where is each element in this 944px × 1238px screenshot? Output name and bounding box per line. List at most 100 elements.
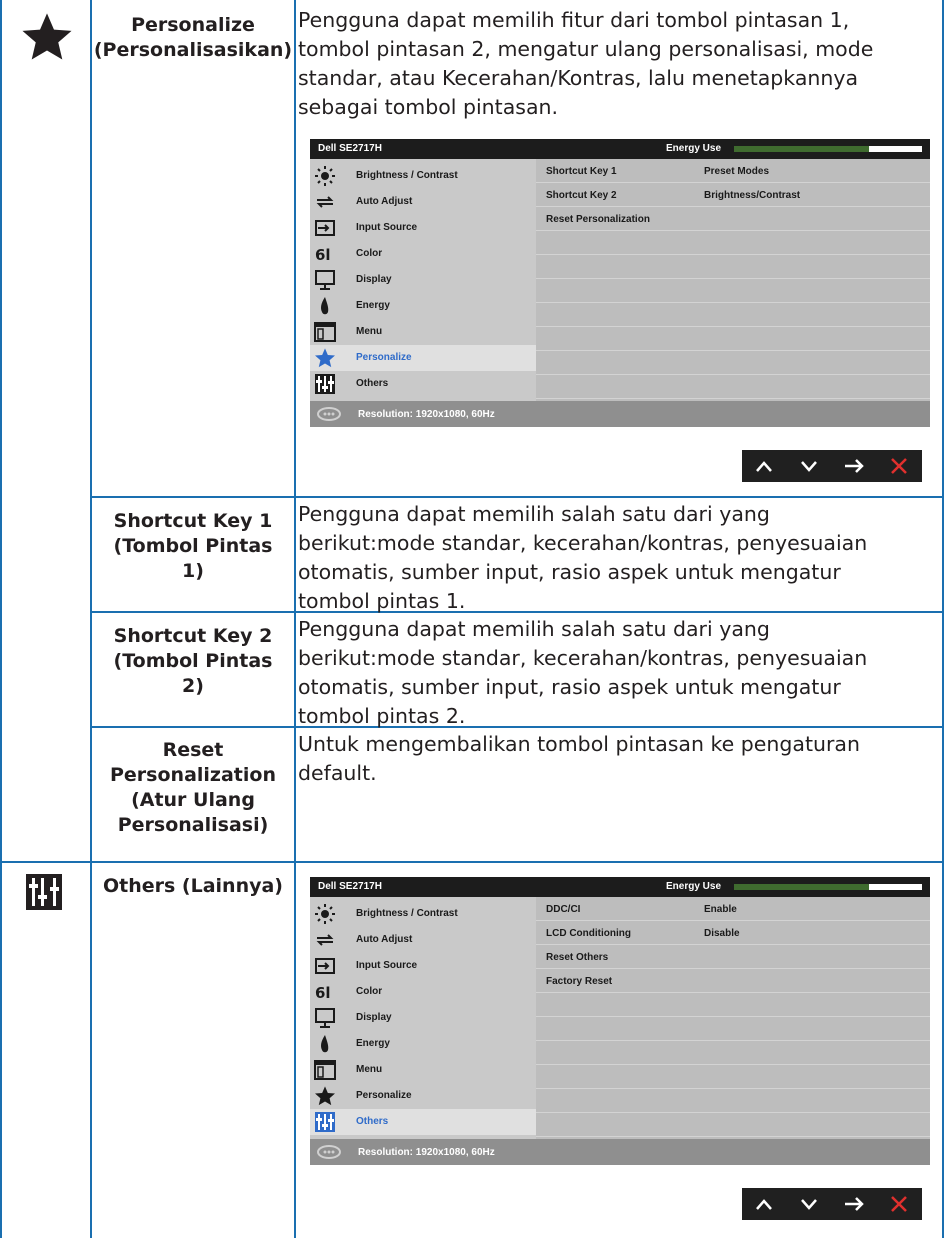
osd-menu-item[interactable]: Display: [310, 1005, 536, 1031]
description-line: otomatis, sumber input, rasio aspek untu…: [298, 675, 841, 699]
osd-menu-item-label: Auto Adjust: [356, 934, 413, 945]
osd-menu-item-label: Energy: [356, 1038, 390, 1049]
up-arrow-button[interactable]: [742, 1188, 787, 1220]
osd-menu-item[interactable]: Energy: [310, 293, 536, 319]
osd-menu-item[interactable]: Menu: [310, 1057, 536, 1083]
osd-setting-value: Brightness/Contrast: [704, 190, 801, 201]
resolution-label: Resolution: 1920x1080, 60Hz: [358, 409, 495, 420]
osd-menu-item-label: Energy: [356, 300, 390, 311]
resolution-label: Resolution: 1920x1080, 60Hz: [358, 1147, 495, 1158]
osd-menu-item[interactable]: Personalize: [310, 1083, 536, 1109]
osd-menu-item-label: Brightness / Contrast: [356, 908, 458, 919]
row-label-line: (Tombol Pintas: [113, 535, 273, 557]
right-arrow-button[interactable]: [832, 1188, 877, 1220]
osd-setting-row[interactable]: Shortcut Key 1 Preset Modes: [536, 159, 930, 183]
brightness-icon: [314, 165, 336, 187]
osd-menu-item-label: Display: [356, 1012, 392, 1023]
row-label-shortcut-key-2: Shortcut Key 2 (Tombol Pintas 2): [92, 624, 294, 699]
osd-menu-item[interactable]: Auto Adjust: [310, 927, 536, 953]
menu-icon: [314, 1059, 336, 1081]
osd-setting-row[interactable]: DDC/CI Enable: [536, 897, 930, 921]
osd-menu-item[interactable]: Others: [310, 371, 536, 397]
row-label-shortcut-key-1: Shortcut Key 1 (Tombol Pintas 1): [92, 509, 294, 584]
osd-setting-name: Shortcut Key 2: [546, 190, 617, 201]
osd-setting-row: [536, 231, 930, 255]
energy-icon: [314, 295, 336, 317]
right-arrow-button[interactable]: [832, 450, 877, 482]
osd-setting-row: [536, 1017, 930, 1041]
energy-use-bar: [734, 884, 922, 890]
osd-menu-item[interactable]: Input Source: [310, 953, 536, 979]
svg-text:6l: 6l: [315, 246, 331, 264]
row-label-line: 2): [182, 675, 204, 697]
description-line: Pengguna dapat memilih salah satu dari y…: [298, 617, 770, 641]
row-label-line: Reset: [162, 739, 224, 761]
osd-setting-row: [536, 303, 930, 327]
osd-header: Dell SE2717H Energy Use: [310, 877, 930, 897]
osd-setting-row[interactable]: Reset Others: [536, 945, 930, 969]
osd-menu-item[interactable]: 6l Color: [310, 979, 536, 1005]
close-button[interactable]: [877, 450, 922, 482]
energy-use-fill: [734, 884, 870, 890]
row-divider: [0, 861, 944, 863]
osd-setting-row: [536, 327, 930, 351]
osd-setting-row: [536, 375, 930, 399]
osd-setting-value: Disable: [704, 928, 740, 939]
osd-menu-item[interactable]: Energy: [310, 1031, 536, 1057]
osd-menu-item[interactable]: Display: [310, 267, 536, 293]
osd-menu-item-label: Display: [356, 274, 392, 285]
osd-menu-list: Brightness / Contrast Auto Adjust Input So…: [310, 897, 536, 1139]
osd-menu-item-label: Color: [356, 248, 383, 259]
row-description-personalize: Pengguna dapat memilih fitur dari tombol…: [298, 6, 938, 122]
osd-setting-row: [536, 255, 930, 279]
osd-setting-row[interactable]: LCD Conditioning Disable: [536, 921, 930, 945]
osd-menu-item[interactable]: Brightness / Contrast: [310, 901, 536, 927]
osd-setting-row: [536, 1089, 930, 1113]
osd-nav-buttons: [742, 1188, 922, 1220]
osd-menu-item[interactable]: Others: [310, 1109, 536, 1135]
row-label-line: 1): [182, 560, 204, 582]
description-line: sebagai tombol pintasan.: [298, 95, 559, 119]
star-icon: [314, 1085, 336, 1107]
row-label-line: Personalization: [110, 764, 276, 786]
osd-setting-row[interactable]: Reset Personalization: [536, 207, 930, 231]
description-line: Pengguna dapat memilih fitur dari tombol…: [298, 8, 850, 32]
row-divider: [92, 496, 942, 498]
down-arrow-button[interactable]: [787, 450, 832, 482]
down-arrow-icon: [787, 1199, 832, 1224]
description-line: tombol pintas 2.: [298, 704, 466, 728]
row-description-shortcut-key-2: Pengguna dapat memilih salah satu dari y…: [298, 615, 938, 731]
down-arrow-button[interactable]: [787, 1188, 832, 1220]
osd-menu-item[interactable]: 6l Color: [310, 241, 536, 267]
row-label-line: Personalisasi): [117, 814, 269, 836]
row-description-reset-personalization: Untuk mengembalikan tombol pintasan ke p…: [298, 730, 938, 788]
input-source-icon: [314, 217, 336, 239]
description-line: standar, atau Kecerahan/Kontras, lalu me…: [298, 66, 859, 90]
osd-menu-item-label: Brightness / Contrast: [356, 170, 458, 181]
osd-menu-item[interactable]: Personalize: [310, 345, 536, 371]
description-line: tombol pintasan 2, mengatur ulang person…: [298, 37, 874, 61]
osd-menu-item-label: Others: [356, 1116, 389, 1127]
osd-setting-row[interactable]: Factory Reset: [536, 969, 930, 993]
osd-setting-row: [536, 279, 930, 303]
close-button[interactable]: [877, 1188, 922, 1220]
osd-settings-panel: Shortcut Key 1 Preset Modes Shortcut Key 2…: [536, 159, 930, 401]
osd-model-title: Dell SE2717H: [318, 881, 382, 892]
osd-menu-item[interactable]: Menu: [310, 319, 536, 345]
osd-menu-item[interactable]: Brightness / Contrast: [310, 163, 536, 189]
table-border-left: [0, 0, 2, 1238]
osd-menu-item[interactable]: Auto Adjust: [310, 189, 536, 215]
description-line: otomatis, sumber input, rasio aspek untu…: [298, 560, 841, 584]
osd-menu-item[interactable]: Input Source: [310, 215, 536, 241]
row-label-line: (Tombol Pintas: [113, 650, 273, 672]
table-border-col1: [90, 0, 92, 1238]
osd-model-title: Dell SE2717H: [318, 143, 382, 154]
right-arrow-icon: [832, 1197, 877, 1224]
up-arrow-button[interactable]: [742, 450, 787, 482]
input-connector-icon: [316, 1144, 342, 1160]
row-label-reset-personalization: Reset Personalization (Atur Ulang Person…: [92, 738, 294, 838]
row-label-personalize: Personalize (Personalisasikan): [92, 13, 294, 63]
osd-menu-item-label: Color: [356, 986, 383, 997]
row-description-shortcut-key-1: Pengguna dapat memilih salah satu dari y…: [298, 500, 938, 616]
osd-setting-row[interactable]: Shortcut Key 2 Brightness/Contrast: [536, 183, 930, 207]
